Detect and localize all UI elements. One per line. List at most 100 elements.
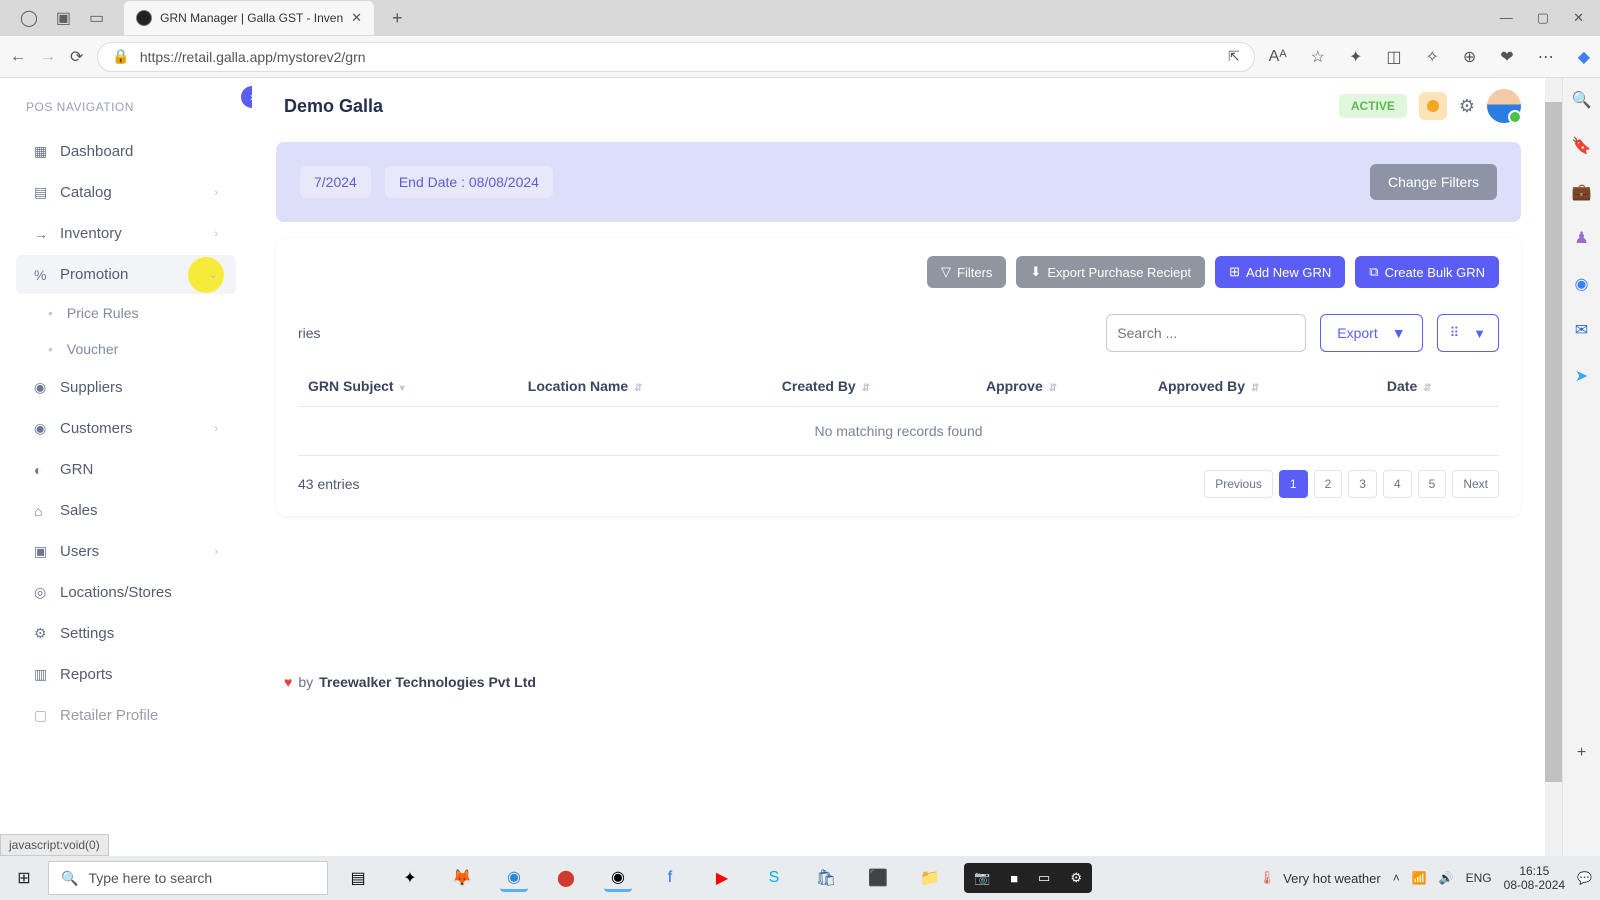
show-hidden-icon[interactable]: ˄ <box>1393 871 1400 885</box>
page-next[interactable]: Next <box>1452 470 1499 498</box>
sidebar-item-price-rules[interactable]: Price Rules <box>16 296 236 330</box>
sound-icon[interactable]: 🔊 <box>1439 871 1454 885</box>
read-aloud-icon[interactable]: Aᴬ <box>1269 48 1287 66</box>
sidebar-item-catalog[interactable]: ▤ Catalog › <box>16 173 236 212</box>
sidebar-item-users[interactable]: ▣ Users › <box>16 532 236 571</box>
page-3[interactable]: 3 <box>1348 470 1377 498</box>
scrollbar[interactable] <box>1545 78 1562 900</box>
sidebar-item-sales[interactable]: ⌂ Sales <box>16 491 236 530</box>
outlook-icon[interactable]: ✉ <box>1575 320 1588 340</box>
export-button[interactable]: Export ▼ <box>1320 314 1422 352</box>
workspaces-icon[interactable]: ▣ <box>56 8 71 28</box>
col-subject[interactable]: GRN Subject▾ <box>298 366 518 407</box>
notifications-icon[interactable]: 💬 <box>1577 871 1592 885</box>
favorite-icon[interactable]: ☆ <box>1311 47 1325 67</box>
sidebar-item-customers[interactable]: ◉ Customers › <box>16 409 236 448</box>
inventory-icon: → <box>34 226 60 242</box>
add-tool-icon[interactable]: + <box>1577 744 1586 762</box>
search-icon[interactable]: 🔍 <box>1572 90 1592 110</box>
copilot-icon[interactable]: ◆ <box>1578 47 1590 67</box>
col-date[interactable]: Date⇵ <box>1377 366 1499 407</box>
caret-down-icon: ▼ <box>1392 325 1406 341</box>
tab-title: GRN Manager | Galla GST - Inven <box>160 11 343 25</box>
close-window-icon[interactable]: ✕ <box>1573 10 1584 26</box>
tab-overview-icon[interactable]: ▭ <box>89 8 104 28</box>
wifi-icon[interactable]: 📶 <box>1412 871 1427 885</box>
sidebar-item-dashboard[interactable]: ▦ Dashboard <box>16 132 236 171</box>
sidebar-item-inventory[interactable]: → Inventory › <box>16 214 236 253</box>
sidebar-item-grn[interactable]: ◐ GRN <box>16 450 236 489</box>
firefox-icon[interactable]: 🦊 <box>448 864 476 892</box>
page-5[interactable]: 5 <box>1418 470 1447 498</box>
page-prev[interactable]: Previous <box>1204 470 1273 498</box>
sidebar-item-voucher[interactable]: Voucher <box>16 332 236 366</box>
sort-icon: ⇵ <box>1251 383 1259 394</box>
search-input[interactable] <box>1106 314 1306 352</box>
store-icon[interactable]: 🛍 <box>812 864 840 892</box>
app-icon[interactable]: ⬛ <box>864 864 892 892</box>
split-screen-icon[interactable]: ◫ <box>1386 47 1401 67</box>
skype-icon[interactable]: S <box>760 864 788 892</box>
column-picker-button[interactable]: ⠿ ▼ <box>1437 314 1499 352</box>
sidebar-item-promotion[interactable]: % Promotion ⌄ <box>16 255 236 294</box>
weather-widget[interactable]: 🌡 Very hot weather <box>1259 870 1381 886</box>
sidebar-item-suppliers[interactable]: ◉ Suppliers <box>16 368 236 407</box>
send-icon[interactable]: ➤ <box>1575 366 1588 386</box>
browser-tab[interactable]: GRN Manager | Galla GST - Inven ✕ <box>124 1 374 35</box>
avatar[interactable] <box>1487 89 1521 123</box>
col-createdby[interactable]: Created By⇵ <box>772 366 976 407</box>
notification-badge[interactable] <box>1419 92 1447 120</box>
open-external-icon[interactable]: ⇱ <box>1228 48 1240 65</box>
back-icon[interactable]: ← <box>10 48 26 66</box>
office-icon[interactable]: ◉ <box>1575 274 1589 294</box>
col-location[interactable]: Location Name⇵ <box>518 366 772 407</box>
page-2[interactable]: 2 <box>1314 470 1343 498</box>
chevron-right-icon: › <box>214 423 218 435</box>
youtube-icon[interactable]: ▶ <box>708 864 736 892</box>
copilot-taskbar-icon[interactable]: ✦ <box>396 864 424 892</box>
new-tab-button[interactable]: + <box>392 8 403 29</box>
col-approve[interactable]: Approve⇵ <box>976 366 1148 407</box>
edge-icon[interactable]: ◉ <box>500 864 528 892</box>
sidebar-item-reports[interactable]: ▥ Reports <box>16 655 236 694</box>
facebook-icon[interactable]: f <box>656 864 684 892</box>
export-receipt-button[interactable]: ⬇ Export Purchase Reciept <box>1016 256 1205 288</box>
explorer-icon[interactable]: 📁 <box>916 864 944 892</box>
task-view-icon[interactable]: ▤ <box>344 864 372 892</box>
change-filters-button[interactable]: Change Filters <box>1370 164 1497 200</box>
games-icon[interactable]: ♟ <box>1574 228 1588 248</box>
page-4[interactable]: 4 <box>1383 470 1412 498</box>
chrome-icon[interactable]: ◉ <box>604 864 632 892</box>
shopping-icon[interactable]: ❤ <box>1500 47 1513 67</box>
sidebar-item-retailer[interactable]: ▢ Retailer Profile <box>16 696 236 735</box>
sidebar-item-locations[interactable]: ◎ Locations/Stores <box>16 573 236 612</box>
page-1[interactable]: 1 <box>1279 470 1308 498</box>
game-bar-widget[interactable]: 📷 ■ ▭ ⚙ <box>964 863 1092 893</box>
close-tab-icon[interactable]: ✕ <box>351 10 362 26</box>
sidebar-item-settings[interactable]: ⚙ Settings <box>16 614 236 653</box>
clock[interactable]: 16:15 08-08-2024 <box>1504 864 1565 892</box>
maximize-icon[interactable]: ▢ <box>1537 10 1549 26</box>
recorder-icon[interactable]: ⬤ <box>552 864 580 892</box>
scrollbar-thumb[interactable] <box>1545 102 1562 782</box>
profile-icon[interactable]: ◯ <box>20 8 38 28</box>
add-new-grn-button[interactable]: ⊞ Add New GRN <box>1215 256 1345 288</box>
minimize-icon[interactable]: — <box>1500 10 1513 26</box>
filters-button[interactable]: ▽ Filters <box>927 256 1006 288</box>
address-bar[interactable]: 🔒 https://retail.galla.app/mystorev2/grn… <box>97 42 1254 72</box>
create-bulk-grn-button[interactable]: ⧉ Create Bulk GRN <box>1355 256 1499 288</box>
shopping-icon[interactable]: 🔖 <box>1572 136 1592 156</box>
taskbar-search[interactable]: 🔍 Type here to search <box>48 861 328 895</box>
chevron-right-icon: › <box>214 228 218 240</box>
language-indicator[interactable]: ENG <box>1466 871 1492 885</box>
menu-icon[interactable]: ⋯ <box>1538 47 1554 67</box>
start-button[interactable]: ⊞ <box>0 856 48 900</box>
tools-icon[interactable]: 💼 <box>1572 182 1592 202</box>
reload-icon[interactable]: ⟳ <box>70 47 83 67</box>
collections-icon[interactable]: ⊕ <box>1463 47 1476 67</box>
col-approvedby[interactable]: Approved By⇵ <box>1148 366 1377 407</box>
dashboard-icon: ▦ <box>34 143 60 160</box>
favorites-bar-icon[interactable]: ✧ <box>1425 47 1438 67</box>
settings-gear-icon[interactable]: ⚙ <box>1459 96 1475 117</box>
extension-icon[interactable]: ✦ <box>1349 47 1362 67</box>
